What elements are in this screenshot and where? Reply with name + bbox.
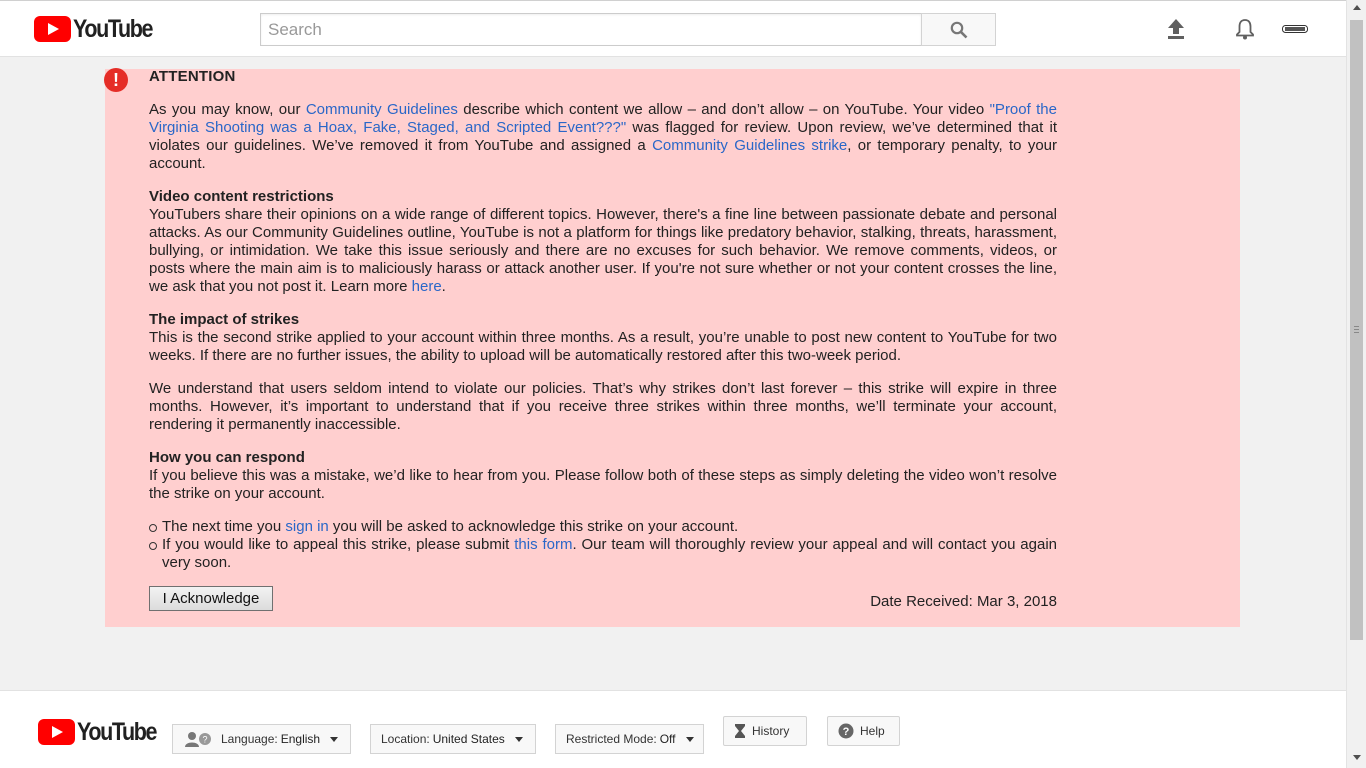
- account-icon[interactable]: [1282, 17, 1308, 41]
- page-scrollbar[interactable]: [1346, 0, 1366, 768]
- location-label: Location:: [381, 732, 430, 746]
- impact-heading: The impact of strikes: [149, 311, 300, 328]
- youtube-logo[interactable]: YouTube: [34, 15, 165, 43]
- expiry-paragraph: We understand that users seldom intend t…: [149, 380, 1057, 433]
- scrollbar-thumb[interactable]: [1350, 20, 1363, 640]
- respond-heading: How you can respond: [149, 449, 305, 466]
- footer-youtube-logo[interactable]: YouTube: [38, 718, 169, 746]
- language-picker-button[interactable]: ? Language: English: [172, 724, 351, 754]
- impact-section: The impact of strikes This is the second …: [149, 311, 1057, 365]
- notice-title: ATTENTION: [149, 68, 236, 85]
- logo-text: YouTube: [77, 717, 158, 746]
- respond-section: How you can respond If you believe this w…: [149, 449, 1057, 503]
- language-icon: ?: [185, 732, 211, 747]
- search-button[interactable]: [921, 13, 996, 46]
- chevron-down-icon: [685, 736, 694, 742]
- youtube-play-icon: [38, 719, 75, 745]
- notice-body: ATTENTION As you may know, our Community…: [149, 68, 1057, 572]
- restricted-mode-value: Off: [659, 732, 676, 746]
- hourglass-icon: [735, 724, 745, 738]
- footer: YouTube ? Language: English Location: Unit…: [0, 690, 1346, 768]
- scroll-grip-icon: [1354, 326, 1359, 333]
- scroll-up-arrow-icon[interactable]: [1353, 5, 1361, 10]
- location-picker-button[interactable]: Location: United States: [370, 724, 536, 754]
- restrictions-heading: Video content restrictions: [149, 188, 334, 205]
- help-button[interactable]: ? Help: [827, 716, 900, 746]
- svg-text:?: ?: [843, 726, 850, 738]
- step-text: you will be asked to acknowledge this st…: [328, 518, 739, 535]
- chevron-down-icon: [330, 736, 339, 742]
- respond-text: If you believe this was a mistake, we’d …: [149, 467, 1057, 502]
- language-label: Language:: [221, 732, 278, 746]
- guidelines-strike-link[interactable]: Community Guidelines strike: [652, 137, 847, 154]
- search-input[interactable]: Search: [260, 13, 922, 46]
- list-item: If you would like to appeal this strike,…: [149, 536, 1057, 572]
- masthead: YouTube Search: [0, 0, 1346, 57]
- language-value: English: [280, 732, 321, 746]
- location-value: United States: [432, 732, 505, 746]
- intro-text: As you may know, our: [149, 101, 306, 118]
- svg-text:?: ?: [203, 735, 208, 745]
- list-item: The next time you sign in you will be as…: [149, 518, 1057, 536]
- youtube-play-icon: [34, 16, 71, 42]
- learn-more-link[interactable]: here: [412, 278, 442, 295]
- restrictions-section: Video content restrictions YouTubers shar…: [149, 188, 1057, 296]
- step-text: If you would like to appeal this strike,…: [162, 536, 515, 553]
- upload-icon[interactable]: [1164, 17, 1188, 41]
- respond-steps-list: The next time you sign in you will be as…: [149, 518, 1057, 572]
- scroll-down-arrow-icon[interactable]: [1353, 755, 1361, 760]
- chevron-down-icon: [514, 736, 523, 742]
- acknowledge-button[interactable]: I Acknowledge: [149, 586, 273, 611]
- alert-icon: !: [104, 68, 128, 92]
- bell-icon[interactable]: [1233, 17, 1257, 41]
- help-label: Help: [860, 724, 885, 738]
- history-button[interactable]: History: [723, 716, 807, 746]
- impact-text: This is the second strike applied to you…: [149, 329, 1057, 364]
- restrictions-text-end: .: [441, 278, 446, 295]
- restrictions-text: YouTubers share their opinions on a wide…: [149, 206, 1057, 295]
- restricted-mode-label: Restricted Mode:: [566, 732, 657, 746]
- help-icon: ?: [838, 723, 854, 739]
- history-label: History: [752, 724, 790, 738]
- logo-text: YouTube: [73, 14, 154, 43]
- intro-paragraph: As you may know, our Community Guideline…: [149, 101, 1057, 173]
- date-received: Date Received: Mar 3, 2018: [870, 593, 1057, 610]
- step-text: The next time you: [162, 518, 286, 535]
- restricted-mode-button[interactable]: Restricted Mode: Off: [555, 724, 704, 754]
- appeal-form-link[interactable]: this form: [514, 536, 572, 553]
- intro-text: describe which content we allow – and do…: [457, 101, 990, 118]
- community-guidelines-link[interactable]: Community Guidelines: [306, 101, 458, 118]
- sign-in-link[interactable]: sign in: [285, 518, 328, 535]
- search-icon: [950, 21, 967, 38]
